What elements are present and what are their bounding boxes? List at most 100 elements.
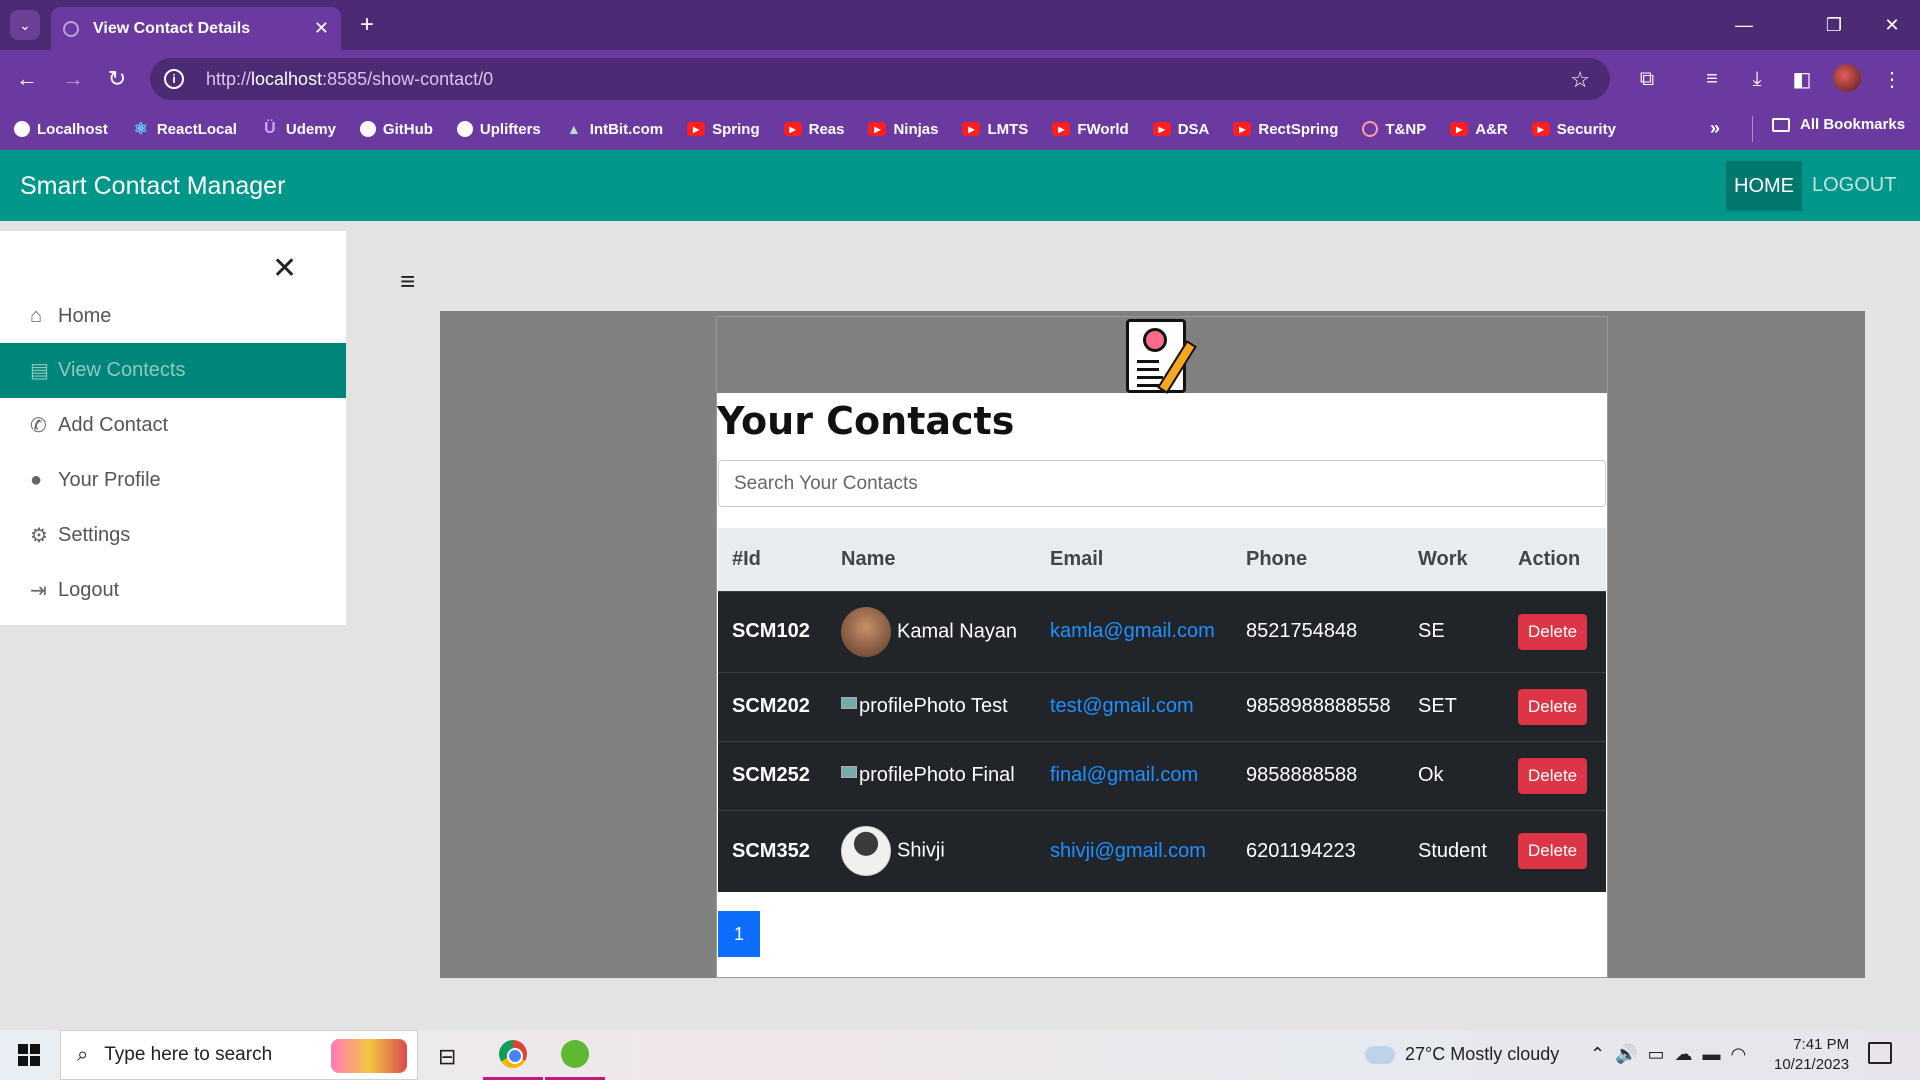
browser-tab[interactable]: View Contact Details ✕ bbox=[51, 7, 341, 50]
task-view-icon[interactable]: ⊟ bbox=[438, 1044, 456, 1070]
sidebar-item-home[interactable]: ⌂ Home bbox=[0, 289, 346, 344]
bookmark-item[interactable]: Ü Udemy bbox=[261, 120, 336, 138]
sidebar-item-your-profile[interactable]: ● Your Profile bbox=[0, 453, 346, 508]
tab-search-button[interactable]: ⌄ bbox=[10, 10, 40, 40]
nav-logout-link[interactable]: LOGOUT bbox=[1812, 174, 1896, 197]
contact-email[interactable]: kamla@gmail.com bbox=[1036, 591, 1232, 672]
contact-name[interactable]: Shivji bbox=[897, 840, 945, 862]
sidebar-item-add-contact[interactable]: ✆ Add Contact bbox=[0, 398, 346, 453]
delete-button[interactable]: Delete bbox=[1518, 833, 1588, 870]
bookmark-item[interactable]: ▶ RectSpring bbox=[1233, 121, 1338, 138]
github-icon bbox=[359, 121, 376, 137]
delete-button[interactable]: Delete bbox=[1518, 613, 1588, 650]
extensions-icon[interactable]: ⧉ bbox=[1632, 64, 1662, 94]
youtube-icon: ▶ bbox=[962, 122, 981, 136]
user-icon: ● bbox=[30, 469, 43, 491]
file-icon: ▤ bbox=[30, 360, 49, 382]
site-info-icon[interactable]: i bbox=[164, 69, 184, 89]
youtube-icon: ▶ bbox=[687, 122, 706, 136]
all-bookmarks-button[interactable]: All Bookmarks bbox=[1772, 116, 1905, 133]
contact-email[interactable]: test@gmail.com bbox=[1036, 672, 1232, 741]
column-header-work: Work bbox=[1418, 547, 1468, 570]
bookmark-item[interactable]: ▶ Security bbox=[1531, 121, 1616, 138]
window-close-button[interactable]: ✕ bbox=[1872, 8, 1912, 42]
search-icon: ⌕ bbox=[77, 1043, 89, 1066]
spring-tool-taskbar-icon[interactable] bbox=[545, 1030, 605, 1080]
reload-button[interactable]: ↻ bbox=[102, 64, 132, 94]
sidebar-close-icon[interactable]: ✕ bbox=[272, 251, 297, 286]
system-tray-icons[interactable]: ⌃ 🔊 ▭ ☁ ▬ ◠ bbox=[1590, 1044, 1746, 1065]
folder-icon bbox=[1772, 117, 1790, 132]
sidebar-item-logout[interactable]: ⇥ Logout bbox=[0, 563, 346, 618]
address-bar[interactable]: i http://localhost:8585/show-contact/0 ☆ bbox=[150, 58, 1610, 100]
broken-image: profilePhoto bbox=[841, 695, 966, 717]
column-header-action: Action bbox=[1518, 547, 1581, 570]
contact-name[interactable]: Final bbox=[971, 764, 1014, 786]
youtube-icon: ▶ bbox=[868, 122, 887, 136]
delete-button[interactable]: Delete bbox=[1518, 688, 1588, 725]
delete-button[interactable]: Delete bbox=[1518, 757, 1588, 794]
search-input[interactable] bbox=[718, 460, 1606, 507]
bookmark-item[interactable]: Localhost bbox=[14, 121, 108, 138]
bookmark-item[interactable]: ▶ Reas bbox=[783, 121, 844, 138]
tab-close-icon[interactable]: ✕ bbox=[314, 18, 329, 39]
contact-id: SCM102 bbox=[732, 620, 810, 642]
minimize-button[interactable]: — bbox=[1724, 8, 1764, 42]
notification-icon[interactable] bbox=[1868, 1042, 1892, 1064]
broken-image-icon bbox=[841, 697, 857, 709]
menu-icon[interactable]: ⋮ bbox=[1877, 64, 1907, 94]
chrome-taskbar-icon[interactable] bbox=[483, 1030, 543, 1080]
side-panel-icon[interactable]: ◧ bbox=[1787, 64, 1817, 94]
action-cell: Delete bbox=[1504, 810, 1606, 892]
bookmark-item[interactable]: ▶ LMTS bbox=[962, 121, 1028, 138]
bookmark-star-icon[interactable]: ☆ bbox=[1570, 67, 1590, 93]
bookmark-item[interactable]: ▲ IntBit.com bbox=[565, 121, 663, 138]
bookmarks-divider bbox=[1752, 116, 1753, 142]
nav-home-link[interactable]: HOME bbox=[1726, 161, 1802, 211]
contact-email[interactable]: final@gmail.com bbox=[1036, 741, 1232, 810]
globe-icon bbox=[456, 121, 473, 137]
contact-email[interactable]: shivji@gmail.com bbox=[1036, 810, 1232, 892]
contact-phone: 9858988888558 bbox=[1246, 695, 1391, 717]
hamburger-menu-icon[interactable]: ≡ bbox=[400, 266, 415, 297]
sidebar-item-settings[interactable]: ⚙ Settings bbox=[0, 508, 346, 563]
bookmark-item[interactable]: ▶ Spring bbox=[687, 121, 760, 138]
download-icon[interactable]: ⤓ bbox=[1742, 64, 1772, 94]
taskbar-clock[interactable]: 7:41 PM 10/21/2023 bbox=[1774, 1035, 1849, 1075]
avatar bbox=[841, 826, 891, 877]
bookmark-item[interactable]: GitHub bbox=[359, 121, 433, 138]
tnp-icon bbox=[1362, 121, 1379, 137]
more-bookmarks-button[interactable]: » bbox=[1710, 118, 1720, 139]
table-row: SCM102 Kamal Nayan kamla@gmail.com 85217… bbox=[718, 591, 1606, 672]
brand-title[interactable]: Smart Contact Manager bbox=[20, 172, 285, 201]
phone-icon: ✆ bbox=[30, 415, 47, 437]
sidebar-item-view-contacts[interactable]: ▤ View Contects bbox=[0, 343, 346, 398]
pagination-page-1[interactable]: 1 bbox=[718, 911, 760, 957]
contact-work: Ok bbox=[1418, 764, 1444, 786]
bookmark-item[interactable]: Uplifters bbox=[456, 121, 541, 138]
bookmark-item[interactable]: ▶ DSA bbox=[1152, 121, 1209, 138]
weather-widget[interactable]: 27°C Mostly cloudy bbox=[1365, 1044, 1559, 1065]
column-header-email: Email bbox=[1050, 547, 1104, 570]
table-row: SCM252 profilePhoto Final final@gmail.co… bbox=[718, 741, 1606, 810]
windows-start-icon[interactable] bbox=[18, 1044, 40, 1066]
bookmark-item[interactable]: ▶ A&R bbox=[1450, 121, 1508, 138]
globe-icon bbox=[14, 121, 30, 137]
new-tab-button[interactable]: + bbox=[352, 10, 382, 40]
bookmark-item[interactable]: T&NP bbox=[1362, 121, 1426, 138]
bookmark-item[interactable]: ▶ FWorld bbox=[1052, 121, 1129, 138]
contact-name[interactable]: Kamal Nayan bbox=[897, 620, 1017, 642]
back-button[interactable]: ← bbox=[12, 64, 42, 94]
contact-name[interactable]: Test bbox=[971, 695, 1008, 717]
profile-avatar[interactable] bbox=[1833, 64, 1861, 92]
bookmark-item[interactable]: ▶ Ninjas bbox=[868, 121, 938, 138]
contact-phone: 8521754848 bbox=[1246, 620, 1358, 642]
restore-button[interactable]: ❐ bbox=[1814, 8, 1854, 42]
action-cell: Delete bbox=[1504, 672, 1606, 741]
forward-button[interactable]: → bbox=[58, 64, 88, 94]
bookmark-item[interactable]: ⚛ ReactLocal bbox=[132, 121, 237, 139]
avatar bbox=[841, 606, 891, 657]
contact-work: SET bbox=[1418, 695, 1457, 717]
media-control-icon[interactable]: ≡ bbox=[1697, 64, 1727, 94]
taskbar-search[interactable]: ⌕ Type here to search bbox=[60, 1030, 418, 1080]
